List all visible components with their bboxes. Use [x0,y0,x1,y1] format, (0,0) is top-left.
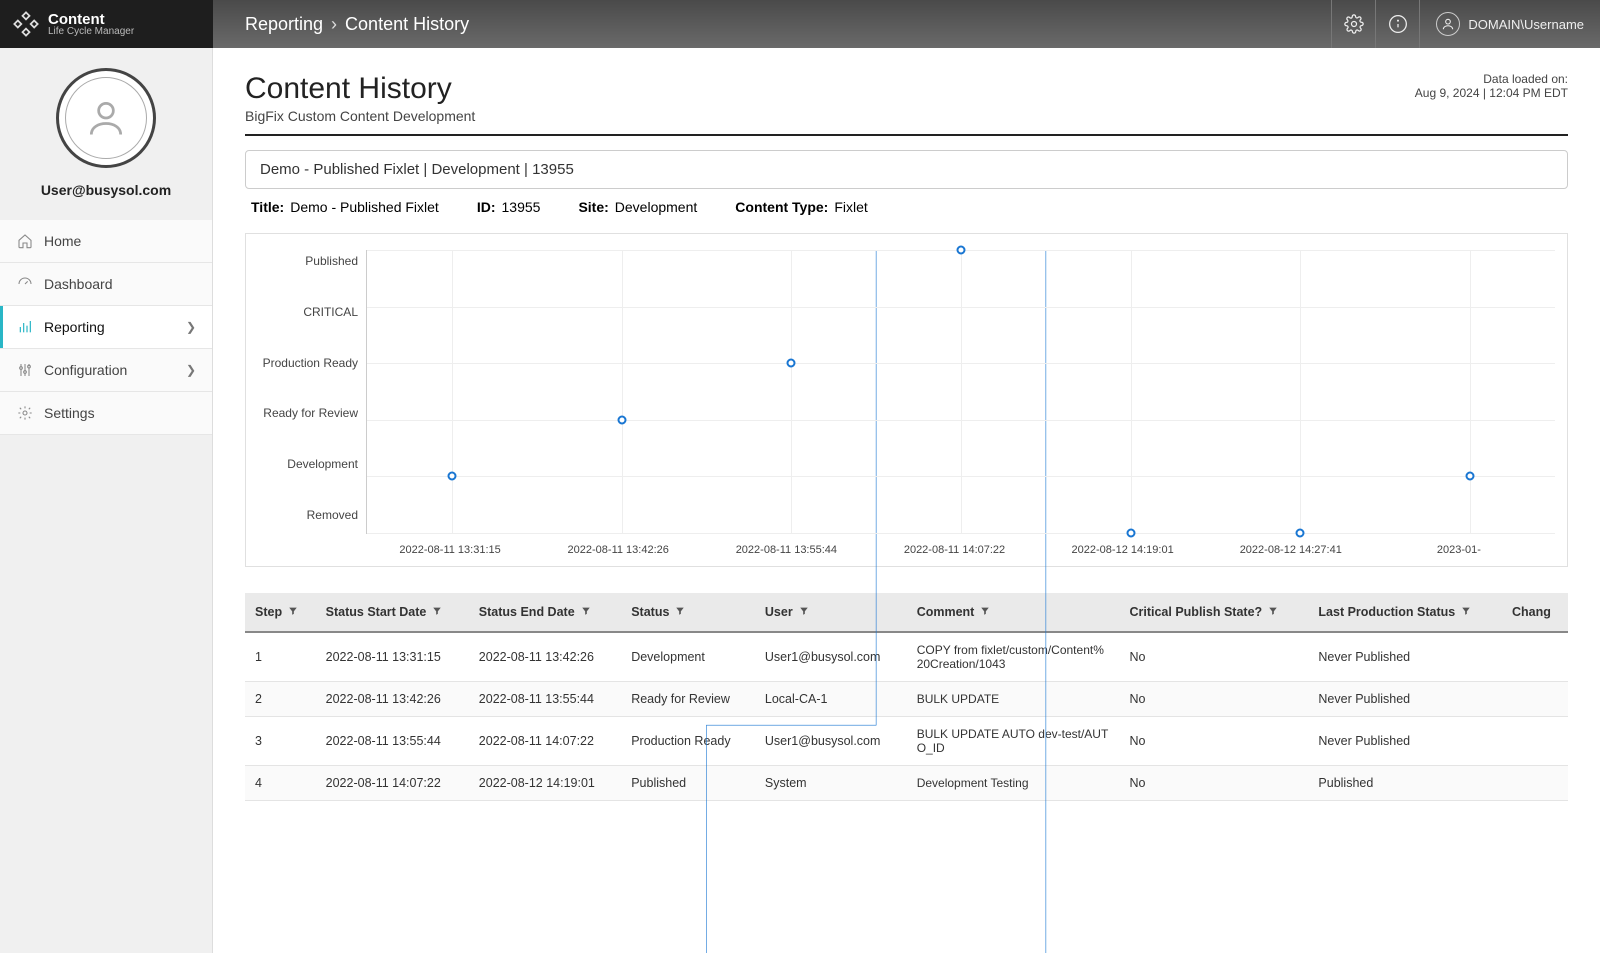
chart-x-tick: 2022-08-12 14:19:01 [1039,544,1207,556]
table-col-header[interactable]: Step [245,593,316,632]
settings-button[interactable] [1331,0,1375,48]
nav-label: Reporting [44,319,105,335]
meta-site-value: Development [615,199,698,215]
page-subtitle: BigFix Custom Content Development [245,108,475,124]
home-icon [16,232,34,250]
chart-point[interactable] [447,472,456,481]
page-header: Content History BigFix Custom Content De… [245,72,1568,136]
brand-subtitle: Life Cycle Manager [48,27,134,37]
top-actions: DOMAIN\Username [1331,0,1600,48]
chart-x-tick: 2022-08-11 13:42:26 [534,544,702,556]
chart-y-tick: Removed [246,508,358,522]
chart-x-tick: 2022-08-11 13:55:44 [702,544,870,556]
breadcrumb-root[interactable]: Reporting [245,14,323,35]
chart-x-axis: 2022-08-11 13:31:152022-08-11 13:42:2620… [366,544,1543,556]
meta-title-label: Title: [251,199,284,215]
chevron-right-icon: ❯ [186,320,196,334]
nav-reporting[interactable]: Reporting ❯ [0,306,212,349]
table-cell: 2 [245,682,316,717]
nav-label: Settings [44,405,95,421]
chart-point[interactable] [957,246,966,255]
chart-y-tick: Production Ready [246,356,358,370]
history-chart: Published CRITICAL Production Ready Ready f… [245,233,1568,567]
brand: Content Life Cycle Manager [0,0,213,48]
top-bar: Content Life Cycle Manager Reporting › C… [0,0,1600,48]
sidebar: User@busysol.com Home Dashboard Reportin… [0,48,213,953]
chart-x-tick: 2022-08-11 13:31:15 [366,544,534,556]
meta-id-value: 13955 [502,199,541,215]
brand-title: Content [48,12,134,27]
meta-id-label: ID: [477,199,496,215]
sidebar-user-email: User@busysol.com [41,182,171,198]
content-selector-value: Demo - Published Fixlet | Development | … [260,161,574,178]
info-button[interactable] [1375,0,1419,48]
chart-x-tick: 2022-08-11 14:07:22 [870,544,1038,556]
nav-settings[interactable]: Settings [0,392,212,435]
meta-title-value: Demo - Published Fixlet [290,199,439,215]
content-selector[interactable]: Demo - Published Fixlet | Development | … [245,150,1568,189]
table-cell: 3 [245,717,316,766]
table-cell: 4 [245,766,316,801]
brand-icon [12,10,40,38]
avatar [56,68,156,168]
chart-point[interactable] [1126,529,1135,538]
filter-icon[interactable] [288,607,298,619]
gear-icon [16,404,34,422]
data-loaded-label: Data loaded on: [1415,72,1568,86]
chevron-right-icon: ❯ [186,363,196,377]
sidebar-profile: User@busysol.com [0,48,212,210]
user-menu[interactable]: DOMAIN\Username [1419,0,1600,48]
breadcrumb: Reporting › Content History [213,0,1331,48]
chart-y-axis: Published CRITICAL Production Ready Ready f… [246,238,366,558]
meta-type-value: Fixlet [834,199,867,215]
nav-dashboard[interactable]: Dashboard [0,263,212,306]
user-avatar-icon [1436,12,1460,36]
chart-point[interactable] [787,359,796,368]
gauge-icon [16,275,34,293]
chart-point[interactable] [1466,472,1475,481]
table-cell: 1 [245,632,316,682]
nav-home[interactable]: Home [0,220,212,263]
gear-icon [1344,14,1364,34]
chart-point[interactable] [1296,529,1305,538]
chart-x-tick: 2023-01- [1375,544,1543,556]
nav-label: Dashboard [44,276,113,292]
chart-y-tick: Development [246,457,358,471]
user-label: DOMAIN\Username [1468,17,1584,32]
meta-type-label: Content Type: [735,199,828,215]
sliders-icon [16,361,34,379]
main-content[interactable]: Content History BigFix Custom Content De… [213,48,1600,953]
chart-plot[interactable] [366,250,1555,534]
meta-site-label: Site: [578,199,608,215]
chart-y-tick: Published [246,254,358,268]
nav-label: Home [44,233,81,249]
page-title: Content History [245,72,475,106]
chart-x-tick: 2022-08-12 14:27:41 [1207,544,1375,556]
person-icon [84,96,128,140]
report-icon [16,318,34,336]
info-icon [1388,14,1408,34]
chart-point[interactable] [617,415,626,424]
nav: Home Dashboard Reporting ❯ Configuration… [0,220,212,435]
nav-label: Configuration [44,362,127,378]
chart-y-tick: CRITICAL [246,305,358,319]
breadcrumb-current: Content History [345,14,469,35]
meta-row: Title: Demo - Published Fixlet ID: 13955 S… [245,189,1568,215]
chart-y-tick: Ready for Review [246,406,358,420]
data-loaded-value: Aug 9, 2024 | 12:04 PM EDT [1415,86,1568,100]
nav-configuration[interactable]: Configuration ❯ [0,349,212,392]
